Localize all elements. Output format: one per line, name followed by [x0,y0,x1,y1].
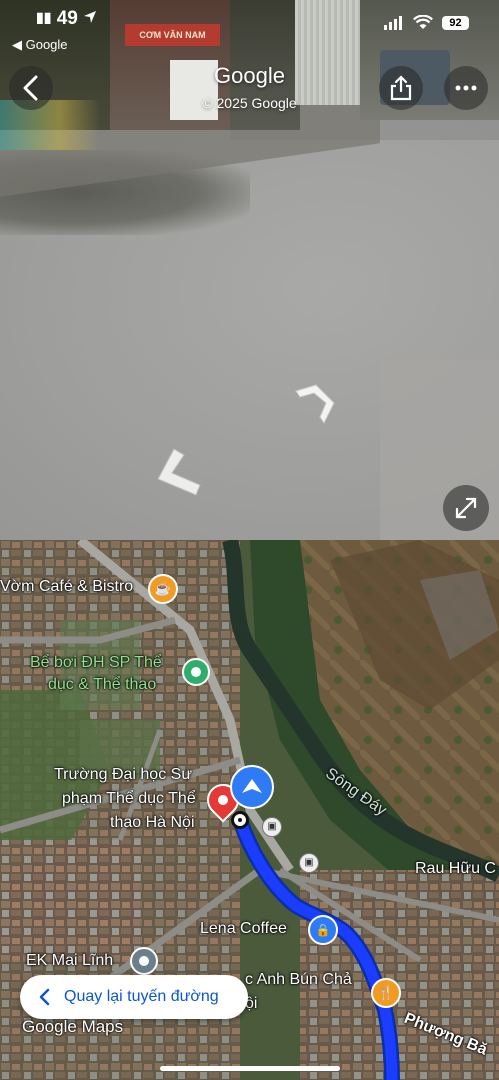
chevron-left-icon [39,988,50,1006]
place-label: thao Hà Nội [110,814,195,831]
place-label: dục & Thể thao [48,676,157,693]
status-time: 49 [56,8,78,29]
cafe-pin-icon[interactable]: ☕ [148,574,178,604]
shop-sign: CƠM VĂN NAM [125,24,220,46]
place-label: phạm Thể dục Thể [62,790,196,807]
battery-icon: 92 [442,15,469,30]
place-label: EK Mai Lĩnh [26,952,114,969]
back-to-route-label: Quay lại tuyến đường [64,988,219,1005]
place-label: c Anh Bún Chả [245,971,352,988]
two-dots-icon: ▮▮ [36,9,52,25]
nav-arrow-forward-icon[interactable] [292,383,340,425]
copyright-text: © 2025 Google [202,95,297,111]
battery-level: 92 [449,16,462,29]
generic-pin-icon[interactable] [130,947,158,975]
home-indicator [160,1066,340,1071]
expand-button[interactable] [443,485,489,531]
back-to-route-button[interactable]: Quay lại tuyến đường [20,975,248,1019]
more-horizontal-icon [455,85,477,91]
more-options-button[interactable] [444,66,488,110]
place-label: Vờm Café & Bistro [0,578,134,595]
shopping-pin-icon[interactable]: 🔒 [308,915,338,945]
street-view-title: Google [214,63,285,88]
expand-icon [455,497,477,519]
place-label: Lena Coffee [200,920,287,937]
status-right: 92 [384,15,469,30]
place-label: Trường Đại học Sư [54,766,193,783]
back-to-app-link[interactable]: ◀ Google [12,37,68,53]
restaurant-pin-icon[interactable]: 🍴 [371,978,401,1008]
location-arrow-icon [84,11,97,23]
route-start-icon [231,811,249,829]
signal-icon [384,15,402,30]
street-view-pegman-direction-icon[interactable] [230,765,274,809]
share-icon [390,75,412,101]
place-label: Rau Hữu C [415,860,496,877]
wifi-icon [413,15,433,29]
park-pin-icon[interactable] [182,658,210,686]
satellite-map[interactable]: ☕ ▣ ▣ 🔒 🍴 Vờm Café & Bistro Bể bơi ĐH SP… [0,540,499,1080]
bus-stop-icon[interactable]: ▣ [299,853,319,873]
status-indicators: ▮▮ 49 [36,8,97,30]
storefront-shutter [295,0,370,105]
nav-arrow-back-icon[interactable] [150,445,206,497]
place-label: Bể bơi ĐH SP Thể [30,654,162,671]
street-view-panorama[interactable]: CƠM VĂN NAM ▮▮ 49 ◀ Google 92 Google © 2… [0,0,499,540]
share-button[interactable] [379,66,423,110]
bus-stop-icon[interactable]: ▣ [262,817,282,837]
google-maps-logo: Google Maps [22,1017,124,1036]
